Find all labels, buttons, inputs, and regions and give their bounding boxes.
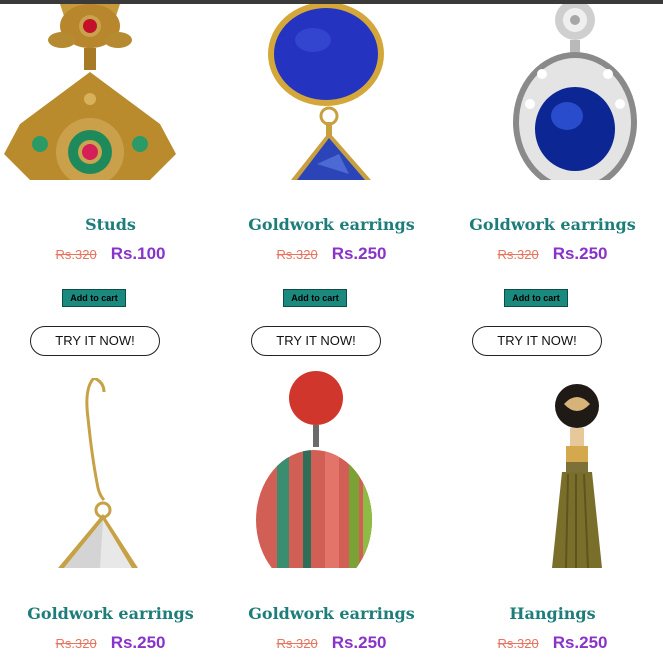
old-price: Rs.320 — [55, 636, 97, 651]
try-it-now-button[interactable]: TRY IT NOW! — [30, 326, 160, 356]
new-price: Rs.250 — [552, 244, 608, 263]
old-price: Rs.320 — [55, 247, 97, 262]
product-card-goldwork-2: Goldwork earrings Rs.320 Rs.250 Add to ca… — [442, 0, 663, 360]
try-it-now-button[interactable]: TRY IT NOW! — [251, 326, 381, 356]
gold-stud-earring-icon[interactable] — [0, 4, 221, 180]
new-price: Rs.100 — [110, 244, 166, 263]
product-card-studs: Studs Rs.320 Rs.100 Add to cart TRY IT NO… — [0, 0, 221, 360]
price-row: Rs.320 Rs.250 — [442, 633, 663, 653]
old-price: Rs.320 — [276, 636, 318, 651]
new-price: Rs.250 — [110, 633, 166, 652]
product-title[interactable]: Goldwork earrings — [221, 604, 442, 623]
price-row: Rs.320 Rs.250 — [221, 633, 442, 653]
add-to-cart-button[interactable]: Add to cart — [62, 289, 126, 307]
price-row: Rs.320 Rs.250 — [221, 244, 442, 264]
lapis-earring-icon[interactable] — [221, 4, 442, 180]
product-card-goldwork-3: Goldwork earrings Rs.320 Rs.250 — [0, 370, 221, 662]
product-card-goldwork-4: Goldwork earrings Rs.320 Rs.250 — [221, 370, 442, 662]
sapphire-pendant-earring-icon[interactable] — [442, 4, 663, 180]
try-it-now-button[interactable]: TRY IT NOW! — [472, 326, 602, 356]
product-title[interactable]: Goldwork earrings — [221, 215, 442, 234]
price-row: Rs.320 Rs.250 — [442, 244, 663, 264]
price-row: Rs.320 Rs.250 — [0, 633, 221, 653]
new-price: Rs.250 — [552, 633, 608, 652]
price-row: Rs.320 Rs.100 — [0, 244, 221, 264]
old-price: Rs.320 — [497, 247, 539, 262]
new-price: Rs.250 — [331, 244, 387, 263]
product-card-hangings: Hangings Rs.320 Rs.250 — [442, 370, 663, 662]
striped-disc-earring-icon[interactable] — [221, 370, 442, 568]
product-title[interactable]: Goldwork earrings — [442, 215, 663, 234]
product-card-goldwork-1: Goldwork earrings Rs.320 Rs.250 Add to ca… — [221, 0, 442, 360]
old-price: Rs.320 — [276, 247, 318, 262]
new-price: Rs.250 — [331, 633, 387, 652]
product-title[interactable]: Goldwork earrings — [0, 604, 221, 623]
crystal-hook-earring-icon[interactable] — [0, 378, 221, 568]
product-title[interactable]: Hangings — [442, 604, 663, 623]
add-to-cart-button[interactable]: Add to cart — [283, 289, 347, 307]
product-title[interactable]: Studs — [0, 215, 221, 234]
add-to-cart-button[interactable]: Add to cart — [504, 289, 568, 307]
tassel-earring-icon[interactable] — [442, 384, 663, 568]
old-price: Rs.320 — [497, 636, 539, 651]
